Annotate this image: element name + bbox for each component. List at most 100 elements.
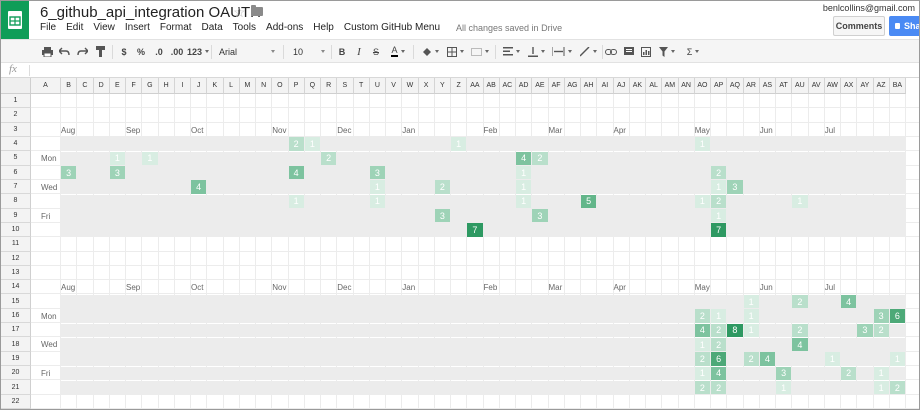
row-header-15[interactable]: 15: [1, 294, 31, 309]
heatmap-cell[interactable]: 2: [711, 194, 727, 209]
heatmap-cell[interactable]: 1: [711, 209, 727, 223]
column-header-ad[interactable]: AD: [516, 78, 533, 94]
heatmap-cell[interactable]: 4: [759, 352, 775, 366]
column-header-az[interactable]: AZ: [873, 78, 890, 94]
menu-tools[interactable]: Tools: [233, 22, 256, 36]
column-header-d[interactable]: D: [93, 78, 110, 94]
heatmap-cell[interactable]: 2: [532, 151, 548, 166]
column-header-m[interactable]: M: [239, 78, 256, 94]
row-header-17[interactable]: 17: [1, 323, 31, 338]
column-header-ap[interactable]: AP: [711, 78, 728, 94]
document-title[interactable]: 6_github_api_integration OAUTH: [40, 4, 261, 21]
heatmap-cell[interactable]: 2: [889, 380, 905, 395]
row-header-16[interactable]: 16: [1, 308, 31, 324]
heatmap-cell[interactable]: 4: [694, 323, 710, 337]
heatmap-cell[interactable]: 1: [873, 366, 889, 380]
column-header-c[interactable]: C: [77, 78, 94, 94]
column-header-as[interactable]: AS: [759, 78, 776, 94]
text-rotation-icon[interactable]: [577, 44, 599, 59]
column-header-ak[interactable]: AK: [629, 78, 646, 94]
text-wrap-icon[interactable]: [550, 44, 574, 59]
column-header-g[interactable]: G: [142, 78, 159, 94]
row-header-13[interactable]: 13: [1, 265, 31, 281]
heatmap-cell[interactable]: 7: [467, 223, 483, 237]
column-header-f[interactable]: F: [126, 78, 143, 94]
heatmap-cell[interactable]: 2: [841, 366, 857, 380]
functions-button[interactable]: Σ: [683, 44, 703, 59]
heatmap-cell[interactable]: 2: [321, 151, 337, 166]
heatmap-cell[interactable]: 3: [369, 166, 385, 180]
text-color-button[interactable]: A: [387, 44, 409, 59]
heatmap-cell[interactable]: 3: [109, 166, 125, 180]
menu-custom-github[interactable]: Custom GitHub Menu: [344, 22, 440, 36]
heatmap-cell[interactable]: 1: [743, 309, 759, 323]
heatmap-cell[interactable]: 4: [191, 180, 207, 194]
row-header-19[interactable]: 19: [1, 351, 31, 367]
menu-addons[interactable]: Add-ons: [266, 22, 303, 36]
heatmap-cell[interactable]: 3: [532, 209, 548, 223]
column-header-ae[interactable]: AE: [532, 78, 549, 94]
heatmap-cell[interactable]: 4: [516, 151, 532, 166]
heatmap-cell[interactable]: 3: [776, 366, 792, 380]
menu-help[interactable]: Help: [313, 22, 334, 36]
sheets-logo-icon[interactable]: [1, 1, 29, 39]
heatmap-cell[interactable]: 5: [581, 194, 597, 209]
column-header-b[interactable]: B: [61, 78, 78, 94]
column-header-y[interactable]: Y: [434, 78, 451, 94]
column-header-at[interactable]: AT: [776, 78, 793, 94]
column-header-s[interactable]: S: [337, 78, 354, 94]
user-email[interactable]: benlcollins@gmail.com: [823, 3, 915, 13]
heatmap-cell[interactable]: 2: [792, 323, 808, 337]
heatmap-cell[interactable]: 1: [516, 180, 532, 194]
row-header-3[interactable]: 3: [1, 122, 31, 137]
insert-link-icon[interactable]: [605, 44, 617, 59]
menu-file[interactable]: File: [40, 22, 56, 36]
select-all-corner[interactable]: [1, 78, 31, 94]
column-header-ai[interactable]: AI: [597, 78, 614, 94]
increase-decimal-button[interactable]: .00: [169, 44, 185, 59]
column-header-ay[interactable]: AY: [857, 78, 874, 94]
heatmap-cell[interactable]: 1: [369, 194, 385, 209]
row-header-11[interactable]: 11: [1, 237, 31, 252]
heatmap-cell[interactable]: 1: [743, 294, 759, 309]
column-header-ax[interactable]: AX: [841, 78, 858, 94]
borders-icon[interactable]: [444, 44, 466, 59]
heatmap-cell[interactable]: 3: [61, 166, 77, 180]
font-family-select[interactable]: Arial: [217, 44, 277, 59]
comments-button[interactable]: Comments: [833, 16, 885, 36]
star-icon[interactable]: ☆: [233, 4, 246, 21]
menu-edit[interactable]: Edit: [66, 22, 83, 36]
column-header-k[interactable]: K: [207, 78, 224, 94]
row-header-7[interactable]: 7: [1, 179, 31, 195]
column-header-w[interactable]: W: [402, 78, 419, 94]
heatmap-cell[interactable]: 4: [792, 337, 808, 352]
heatmap-cell[interactable]: 4: [841, 294, 857, 309]
column-header-a[interactable]: A: [31, 78, 61, 94]
vertical-align-icon[interactable]: [525, 44, 547, 59]
column-header-aj[interactable]: AJ: [613, 78, 630, 94]
font-size-select[interactable]: 10: [291, 44, 327, 59]
heatmap-cell[interactable]: 1: [711, 180, 727, 194]
heatmap-cell[interactable]: 1: [824, 352, 840, 366]
heatmap-cell[interactable]: 4: [711, 366, 727, 380]
row-header-21[interactable]: 21: [1, 380, 31, 395]
fill-color-icon[interactable]: [419, 44, 441, 59]
heatmap-cell[interactable]: 1: [694, 366, 710, 380]
column-header-x[interactable]: X: [418, 78, 435, 94]
heatmap-cell[interactable]: 1: [109, 151, 125, 166]
heatmap-cell[interactable]: 1: [694, 137, 710, 151]
heatmap-cell[interactable]: 1: [288, 194, 304, 209]
row-header-9[interactable]: 9: [1, 208, 31, 223]
menu-view[interactable]: View: [93, 22, 115, 36]
heatmap-cell[interactable]: 1: [516, 194, 532, 209]
column-header-an[interactable]: AN: [678, 78, 695, 94]
column-header-aw[interactable]: AW: [824, 78, 841, 94]
formula-input[interactable]: [35, 64, 915, 77]
strikethrough-button[interactable]: S: [371, 44, 381, 59]
insert-comment-icon[interactable]: [623, 44, 635, 59]
column-header-n[interactable]: N: [256, 78, 273, 94]
column-header-u[interactable]: U: [369, 78, 386, 94]
row-header-10[interactable]: 10: [1, 222, 31, 238]
row-header-2[interactable]: 2: [1, 108, 31, 123]
share-button[interactable]: Share: [889, 16, 919, 36]
